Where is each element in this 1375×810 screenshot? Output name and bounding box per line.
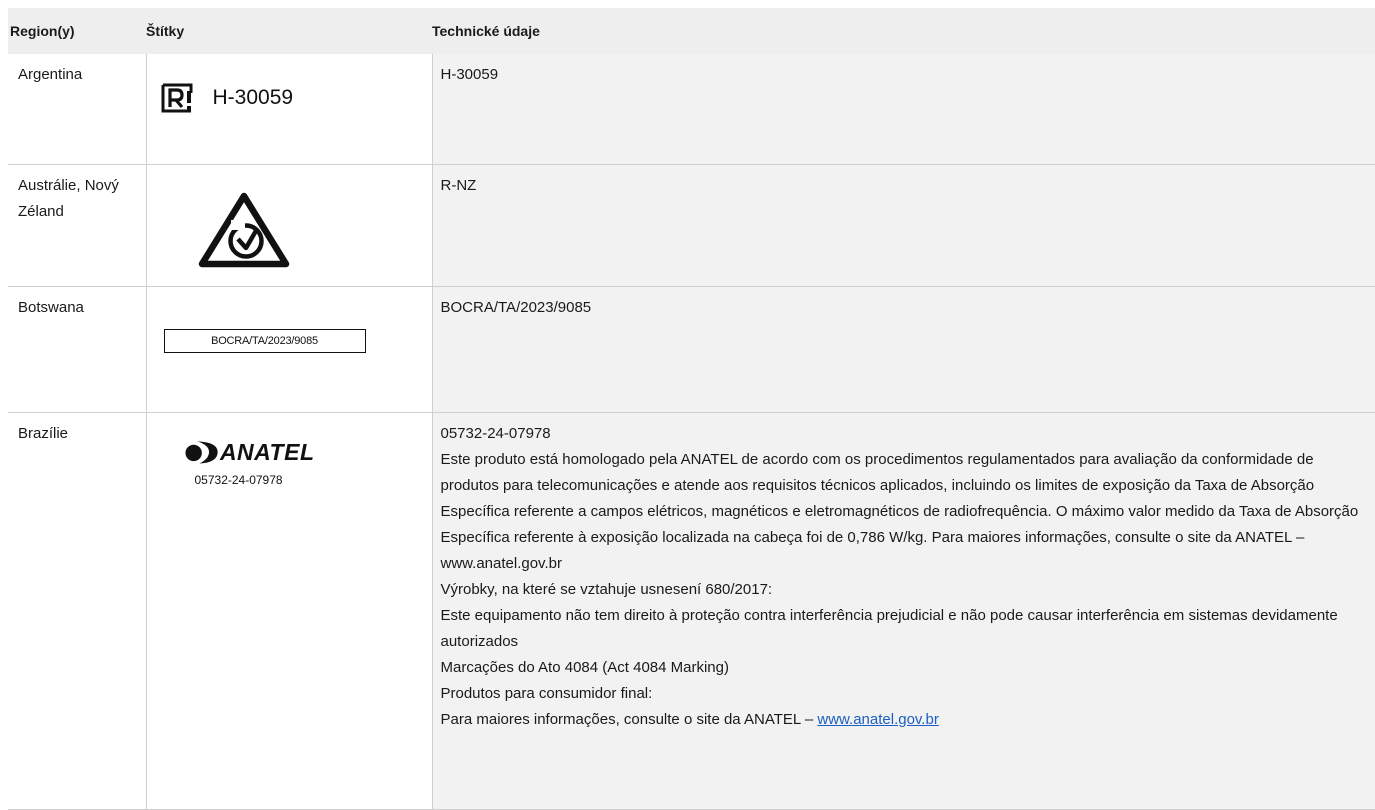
spec-text: Para maiores informações, consulte o sit…	[441, 711, 818, 728]
region-cell: Brazílie	[8, 413, 146, 810]
table-header-row: Region(y) Štítky Technické údaje	[8, 8, 1375, 54]
header-region: Region(y)	[8, 8, 146, 54]
table-row-botswana: Botswana BOCRA/TA/2023/9085 BOCRA/TA/202…	[8, 287, 1375, 413]
spec-line: Marcações do Ato 4084 (Act 4084 Marking)	[441, 655, 1375, 681]
anatel-logo: ANATEL	[185, 439, 315, 465]
specs-cell: R-NZ	[432, 165, 1375, 287]
spec-line: Este produto está homologado pela ANATEL…	[441, 447, 1375, 577]
label-cell	[146, 165, 432, 287]
table-row-argentina: Argentina H-30059 H-30059	[8, 54, 1375, 165]
spec-line: Výrobky, na které se vztahuje usnesení 6…	[441, 577, 1375, 603]
anatel-website-link[interactable]: www.anatel.gov.br	[817, 711, 938, 728]
bocra-label: BOCRA/TA/2023/9085	[164, 329, 366, 353]
region-cell: Argentina	[8, 54, 146, 165]
table-row-australia: Austrálie, Nový Zéland R-NZ	[8, 165, 1375, 287]
argentina-label-number: H-30059	[213, 85, 294, 111]
specs-cell: 05732-24-07978 Este produto está homolog…	[432, 413, 1375, 810]
region-name: Austrálie, Nový Zéland	[18, 173, 138, 225]
header-labels: Štítky	[146, 8, 432, 54]
spec-line: Produtos para consumidor final:	[441, 681, 1375, 707]
anatel-wordmark: ANATEL	[220, 439, 315, 465]
header-specs: Technické údaje	[432, 8, 1375, 54]
rcm-triangle-check-icon	[195, 191, 293, 271]
anatel-logo-icon	[185, 439, 223, 465]
anatel-label: ANATEL 05732-24-07978	[185, 439, 315, 493]
anatel-label-number: 05732-24-07978	[195, 467, 315, 493]
certification-table: Region(y) Štítky Technické údaje Argenti…	[8, 8, 1375, 810]
registered-r-icon	[160, 82, 194, 114]
argentina-label: H-30059	[160, 82, 294, 114]
specs-cell: BOCRA/TA/2023/9085	[432, 287, 1375, 413]
region-name: Brazílie	[18, 421, 146, 447]
spec-line: Este equipamento não tem direito à prote…	[441, 603, 1375, 655]
spec-line: BOCRA/TA/2023/9085	[441, 295, 1375, 321]
spec-line: 05732-24-07978	[441, 421, 1375, 447]
label-cell: BOCRA/TA/2023/9085	[146, 287, 432, 413]
table-row-brazil: Brazílie ANATEL 05732-24-07978 05732-24-…	[8, 413, 1375, 810]
spec-line: R-NZ	[441, 173, 1375, 199]
label-cell: ANATEL 05732-24-07978	[146, 413, 432, 810]
specs-cell: H-30059	[432, 54, 1375, 165]
spec-line-last: Para maiores informações, consulte o sit…	[441, 707, 1375, 733]
spec-line: H-30059	[441, 62, 1375, 88]
region-name: Botswana	[18, 295, 146, 321]
region-cell: Austrálie, Nový Zéland	[8, 165, 146, 287]
region-cell: Botswana	[8, 287, 146, 413]
region-name: Argentina	[18, 62, 146, 88]
label-cell: H-30059	[146, 54, 432, 165]
